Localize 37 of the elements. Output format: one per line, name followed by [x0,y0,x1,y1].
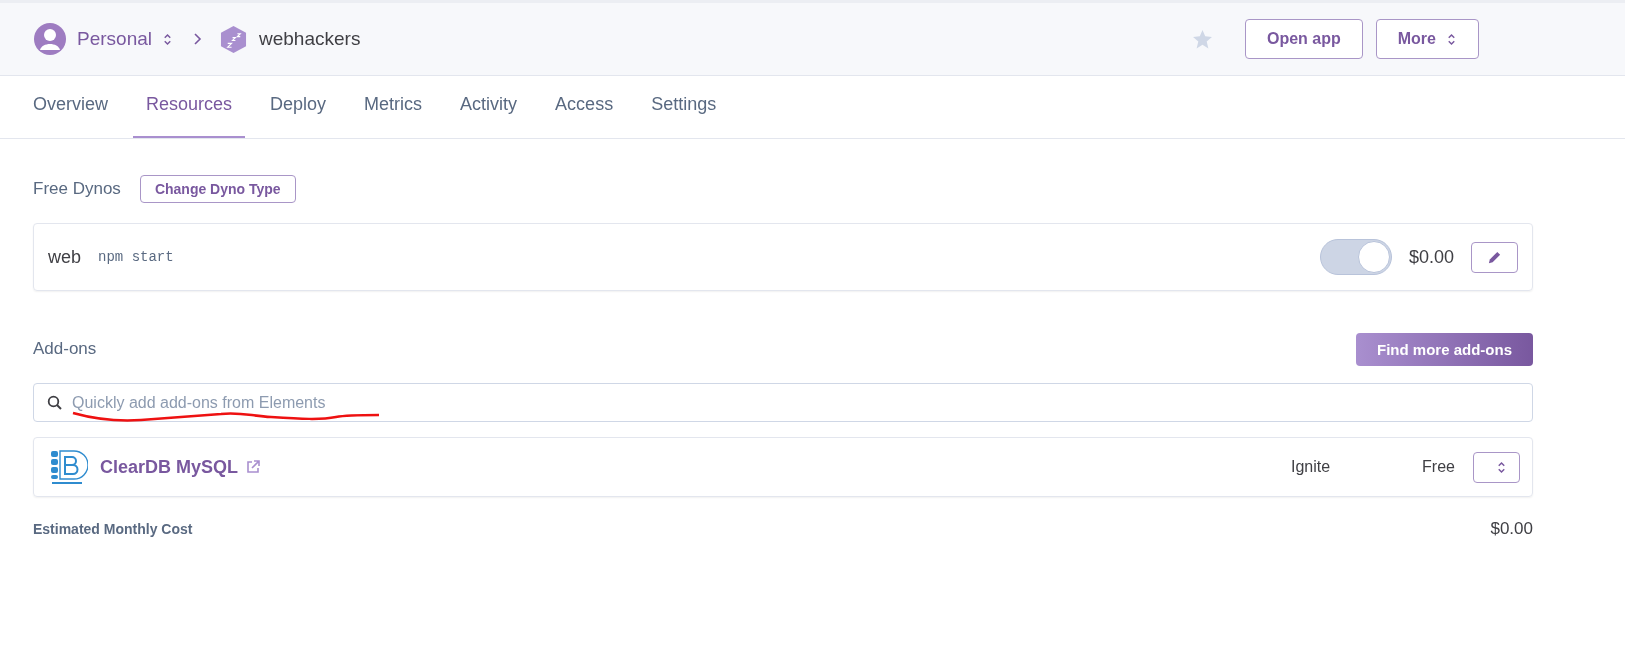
nav-tab[interactable]: Metrics [364,76,423,138]
avatar-icon [34,23,66,55]
updown-icon [1446,31,1457,47]
addon-plan: Ignite [1290,458,1331,476]
nav-tab[interactable]: Resources [133,76,246,138]
total-cost: $0.00 [1490,519,1533,539]
find-addons-button[interactable]: Find more add-ons [1356,332,1533,366]
database-logo-icon [50,448,88,486]
sleeping-app-icon [220,24,247,54]
change-dyno-type-button[interactable]: Change Dyno Type [139,175,296,203]
dyno-toggle[interactable] [1319,239,1392,275]
updown-icon [1496,459,1507,475]
edit-button[interactable] [1471,241,1518,273]
nav-tab[interactable]: Activity [460,76,518,138]
section-title: Add-ons [33,339,97,359]
external-link-icon [246,460,261,474]
section-title: Free Dynos [33,179,121,199]
plan-selector-button[interactable] [1473,451,1520,483]
pencil-icon [1487,249,1502,265]
search-field[interactable]: Quickly add add-ons from Elements [33,383,1533,422]
dyno-price: $0.00 [1408,246,1454,268]
dyno-name: web [48,246,82,268]
total-label: Estimated Monthly Cost [33,521,193,537]
nav-tab[interactable]: Access [555,76,614,138]
nav-tab[interactable]: Overview [33,76,108,138]
dyno-command: npm start [98,249,174,265]
addon-link[interactable]: ClearDB MySQL [100,456,239,478]
updown-icon[interactable] [162,31,173,47]
nav-tab[interactable]: Deploy [270,76,327,138]
app-name: webhackers [259,28,361,50]
more-dropdown[interactable]: More [1375,19,1479,59]
star-icon[interactable] [1192,28,1213,50]
account-switcher[interactable]: Personal [77,28,152,50]
addon-price: Free [1422,458,1455,476]
nav-tab[interactable]: Settings [651,76,717,138]
chevron-right-icon [192,31,202,47]
open-app-button[interactable]: Open app [1245,19,1363,59]
